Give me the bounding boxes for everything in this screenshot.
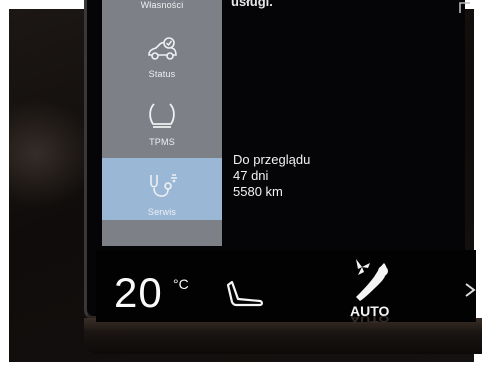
service-distance: 5580 km (233, 184, 283, 199)
seat-heating-icon[interactable] (226, 279, 266, 314)
sidebar-item-label: Status (148, 69, 176, 79)
sidebar-item-label: TPMS (149, 137, 175, 147)
car-check-icon (145, 36, 179, 67)
fan-auto-icon[interactable] (350, 257, 394, 308)
service-title: Do przeglądu (233, 152, 311, 167)
service-days: 47 dni (233, 168, 269, 183)
sidebar: Własności Status TPMS Serwis (102, 0, 222, 246)
temperature-display[interactable]: 20 (114, 272, 163, 314)
next-arrow-icon[interactable] (464, 280, 476, 309)
sidebar-item-wlasnosci[interactable]: Własności (102, 0, 222, 18)
sidebar-item-serwis[interactable]: Serwis (102, 158, 222, 220)
sidebar-item-label: Serwis (147, 207, 177, 217)
partial-text: usługi. (231, 0, 273, 9)
screen-bezel (84, 318, 482, 354)
sidebar-item-tpms[interactable]: TPMS (102, 100, 222, 156)
temperature-unit: °C (173, 276, 189, 292)
tire-pressure-icon (145, 100, 179, 135)
auto-reflection: AUTO (350, 314, 390, 324)
sidebar-item-status[interactable]: Status (102, 36, 222, 90)
corner-icon (458, 0, 472, 14)
sidebar-item-label: Własności (140, 0, 184, 10)
sidebar-empty-area (102, 220, 222, 246)
service-info: Do przeglądu 47 dni 5580 km (233, 152, 310, 200)
stethoscope-car-icon (144, 172, 180, 205)
